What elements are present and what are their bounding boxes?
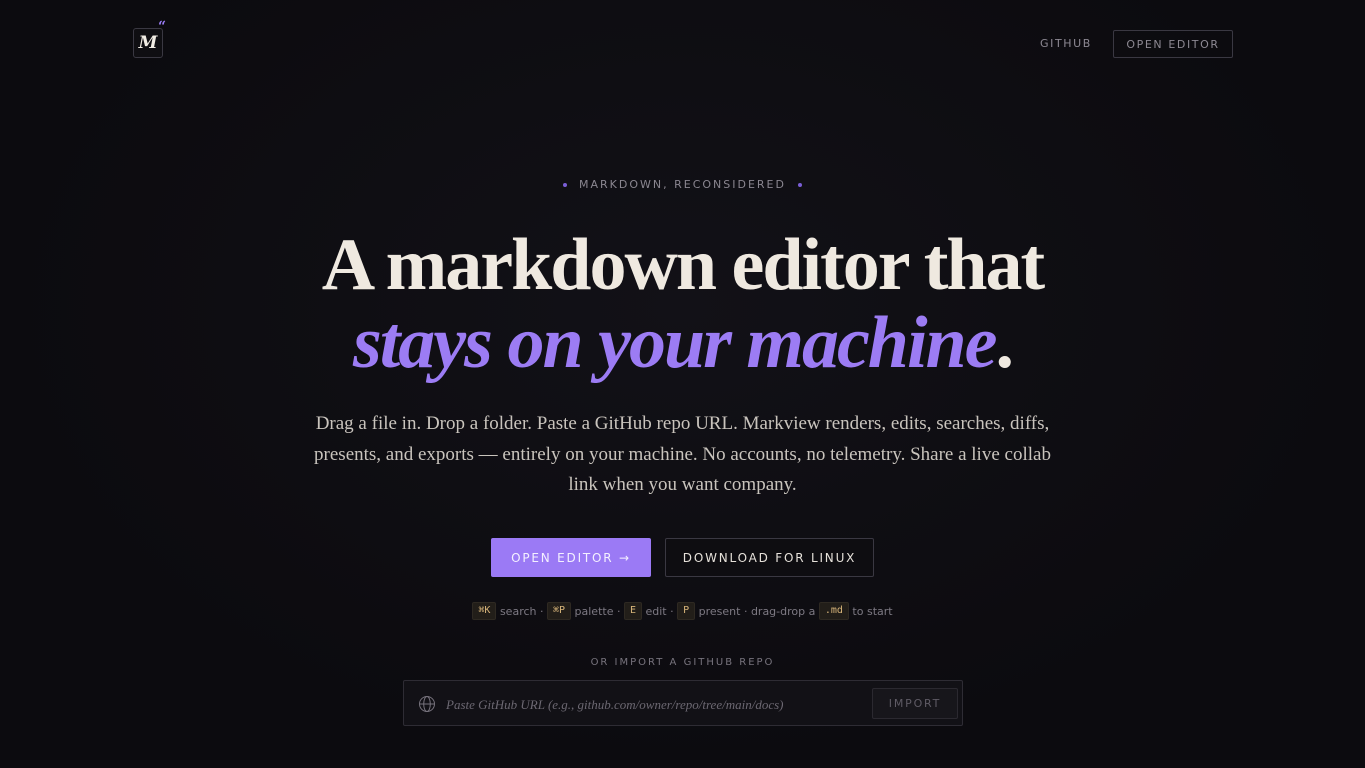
kbd-md: .md bbox=[818, 602, 849, 620]
github-import-form: IMPORT bbox=[403, 680, 963, 726]
shortcut-text: search · bbox=[496, 604, 547, 618]
kbd-present: P bbox=[677, 602, 696, 620]
import-label: OR IMPORT A GITHUB REPO bbox=[590, 657, 775, 668]
globe-icon bbox=[419, 696, 435, 712]
keyboard-shortcuts-hint: ⌘K search · ⌘P palette · E edit · P pres… bbox=[0, 602, 1365, 620]
download-linux-button[interactable]: DOWNLOAD FOR LINUX bbox=[665, 538, 874, 577]
eyebrow-dot-right bbox=[797, 182, 802, 187]
eyebrow-dot-left bbox=[563, 182, 567, 187]
kbd-search: ⌘K bbox=[472, 602, 497, 620]
shortcut-text: present · drag-drop a bbox=[695, 604, 819, 618]
headline-accent: stays on your machine bbox=[352, 302, 998, 384]
github-url-input[interactable] bbox=[444, 691, 868, 719]
import-button[interactable]: IMPORT bbox=[872, 688, 958, 719]
kbd-palette: ⌘P bbox=[546, 602, 572, 620]
eyebrow-text: MARKDOWN, RECONSIDERED bbox=[579, 178, 786, 191]
nav-open-editor-button[interactable]: OPEN EDITOR bbox=[1113, 30, 1233, 58]
page-title: A markdown editor that stays on your mac… bbox=[0, 226, 1365, 382]
headline-period: . bbox=[995, 302, 1014, 384]
landing-page: M “ GITHUB OPEN EDITOR MARKDOWN, RECONSI… bbox=[0, 0, 1365, 768]
nav-github-link[interactable]: GITHUB bbox=[1040, 37, 1092, 50]
logo[interactable]: M “ bbox=[133, 19, 166, 58]
shortcut-text: palette · bbox=[571, 604, 624, 618]
shortcut-text: edit · bbox=[642, 604, 678, 618]
logo-letter: M bbox=[138, 32, 158, 53]
headline-line1: A markdown editor that bbox=[321, 224, 1045, 306]
eyebrow: MARKDOWN, RECONSIDERED bbox=[0, 178, 1365, 191]
open-editor-button[interactable]: OPEN EDITOR → bbox=[491, 538, 651, 577]
kbd-edit: E bbox=[623, 602, 642, 620]
hero-description: Drag a file in. Drop a folder. Paste a G… bbox=[314, 413, 1051, 495]
logo-quote-mark: “ bbox=[158, 19, 167, 35]
shortcut-text: to start bbox=[848, 604, 893, 618]
